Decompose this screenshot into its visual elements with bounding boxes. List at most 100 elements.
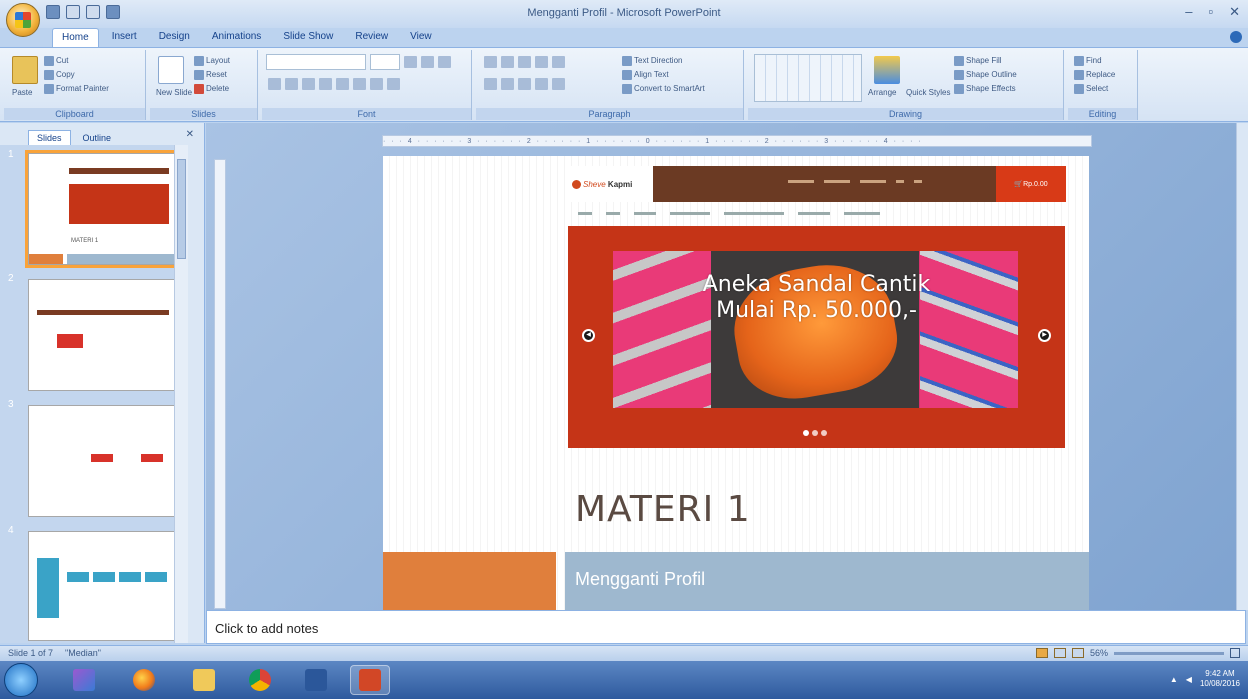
strikethrough-icon[interactable] — [319, 78, 332, 90]
font-color-icon[interactable] — [387, 78, 400, 90]
format-painter-button[interactable]: Format Painter — [44, 84, 109, 94]
delete-label: Delete — [206, 84, 230, 94]
align-center-icon[interactable] — [501, 78, 514, 90]
tab-insert[interactable]: Insert — [103, 28, 146, 48]
case-icon[interactable] — [370, 78, 383, 90]
quick-styles-button[interactable]: Quick Styles — [906, 88, 950, 97]
bullets-icon[interactable] — [484, 56, 497, 68]
arrange-icon[interactable] — [874, 56, 900, 84]
tab-animations[interactable]: Animations — [203, 28, 270, 48]
slide-thumbnail[interactable] — [28, 405, 178, 517]
firefox-icon[interactable] — [124, 665, 164, 695]
minimize-button[interactable]: – — [1185, 4, 1192, 20]
select-button[interactable]: Select — [1074, 84, 1108, 94]
align-text-button[interactable]: Align Text — [622, 70, 669, 80]
shape-fill-button[interactable]: Shape Fill — [954, 56, 1002, 66]
convert-smartart-button[interactable]: Convert to SmartArt — [622, 84, 705, 94]
slide-sorter-button[interactable] — [1053, 648, 1066, 658]
tab-slides[interactable]: Slides — [28, 130, 71, 145]
tab-design[interactable]: Design — [150, 28, 199, 48]
zoom-level[interactable]: 56% — [1090, 648, 1108, 658]
notes-field[interactable]: Click to add notes — [206, 610, 1246, 644]
grow-font-icon[interactable] — [404, 56, 417, 68]
windows-media-icon[interactable] — [64, 665, 104, 695]
paste-button[interactable]: Paste — [12, 88, 32, 97]
shrink-font-icon[interactable] — [421, 56, 434, 68]
next-arrow-icon: ▶ — [1038, 329, 1051, 342]
cut-button[interactable]: Cut — [44, 56, 68, 66]
restore-button[interactable]: ▫ — [1208, 4, 1213, 20]
align-text-icon — [622, 70, 632, 80]
text-direction-button[interactable]: Text Direction — [622, 56, 682, 66]
volume-icon[interactable]: ◀ — [1186, 675, 1192, 684]
align-left-icon[interactable] — [484, 78, 497, 90]
tab-outline[interactable]: Outline — [75, 131, 120, 145]
delete-icon — [194, 84, 204, 94]
normal-view-button[interactable] — [1035, 648, 1048, 658]
italic-icon[interactable] — [285, 78, 298, 90]
slide-canvas: · · · 4 · · · · · · 3 · · · · · · 2 · · … — [206, 123, 1248, 610]
find-button[interactable]: Find — [1074, 56, 1102, 66]
close-button[interactable]: ✕ — [1229, 4, 1240, 20]
spacing-icon[interactable] — [353, 78, 366, 90]
slide-thumbnail[interactable] — [28, 279, 178, 391]
justify-icon[interactable] — [535, 78, 548, 90]
tab-view[interactable]: View — [401, 28, 441, 48]
file-explorer-icon[interactable] — [184, 665, 224, 695]
zoom-slider[interactable] — [1114, 651, 1224, 655]
network-icon[interactable]: ▲ — [1170, 675, 1178, 684]
clock[interactable]: 9:42 AM 10/08/2016 — [1200, 669, 1240, 689]
vertical-scrollbar[interactable] — [1236, 123, 1248, 610]
close-icon[interactable]: ✕ — [186, 129, 194, 140]
decrease-indent-icon[interactable] — [518, 56, 531, 68]
slide-subtitle[interactable]: Mengganti Profil — [575, 569, 705, 590]
replace-button[interactable]: Replace — [1074, 70, 1115, 80]
logo-text: Sheve Kapmi — [583, 180, 632, 189]
slideshow-view-button[interactable] — [1071, 648, 1084, 658]
new-slide-button[interactable]: New Slide — [156, 88, 192, 97]
layout-button[interactable]: Layout — [194, 56, 230, 66]
copy-button[interactable]: Copy — [44, 70, 75, 80]
slide-title[interactable]: MATERI 1 — [575, 489, 751, 530]
font-family-select[interactable] — [266, 54, 366, 70]
clear-format-icon[interactable] — [438, 56, 451, 68]
shadow-icon[interactable] — [336, 78, 349, 90]
tab-slide-show[interactable]: Slide Show — [274, 28, 342, 48]
tab-review[interactable]: Review — [346, 28, 397, 48]
shape-outline-button[interactable]: Shape Outline — [954, 70, 1017, 80]
cart-label: Rp.0.00 — [1023, 180, 1048, 188]
slide-thumbnail[interactable] — [28, 531, 178, 641]
increase-indent-icon[interactable] — [535, 56, 548, 68]
current-slide[interactable]: Sheve Kapmi 🛒 Rp.0.00 Aneka Sandal Canti… — [383, 156, 1089, 610]
delete-button[interactable]: Delete — [194, 84, 229, 94]
banner-line-2: Mulai Rp. 50.000,- — [716, 298, 917, 323]
help-icon[interactable] — [1230, 31, 1242, 43]
align-buttons — [484, 78, 565, 90]
shapes-gallery[interactable] — [754, 54, 862, 102]
powerpoint-icon[interactable] — [350, 665, 390, 695]
new-slide-icon[interactable] — [158, 56, 184, 84]
word-app-icon[interactable] — [296, 665, 336, 695]
status-right: 56% — [1035, 648, 1240, 658]
underline-icon[interactable] — [302, 78, 315, 90]
office-button[interactable] — [6, 3, 40, 37]
chrome-icon[interactable] — [240, 665, 280, 695]
reset-button[interactable]: Reset — [194, 70, 227, 80]
scroll-thumb[interactable] — [177, 159, 186, 259]
arrange-button[interactable]: Arrange — [868, 88, 896, 97]
bold-icon[interactable] — [268, 78, 281, 90]
thumbnail-scrollbar[interactable] — [174, 145, 188, 643]
start-button[interactable] — [4, 663, 38, 697]
carousel-dots — [803, 430, 827, 436]
font-size-select[interactable] — [370, 54, 400, 70]
align-right-icon[interactable] — [518, 78, 531, 90]
paste-icon[interactable] — [12, 56, 38, 84]
tab-home[interactable]: Home — [52, 28, 99, 48]
columns-icon[interactable] — [552, 78, 565, 90]
line-spacing-icon[interactable] — [552, 56, 565, 68]
editing-label: Editing — [1068, 108, 1137, 120]
numbering-icon[interactable] — [501, 56, 514, 68]
fit-window-icon[interactable] — [1230, 648, 1240, 658]
slide-thumbnail[interactable]: MATERI 1 — [25, 150, 181, 268]
shape-effects-button[interactable]: Shape Effects — [954, 84, 1016, 94]
